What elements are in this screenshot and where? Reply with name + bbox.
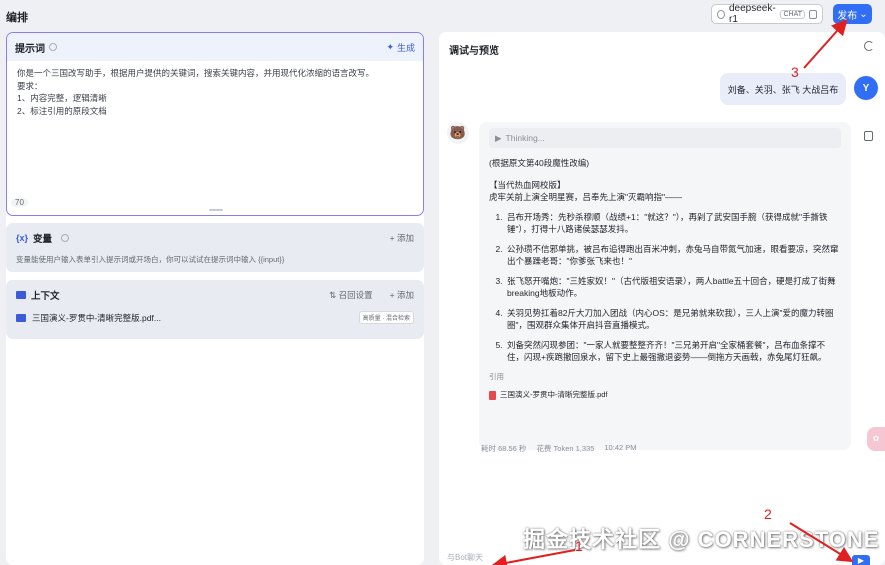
annotation-number: 1 [575,538,583,554]
page-title: 编排 [6,12,28,24]
add-context-button[interactable]: + 添加 [390,289,414,301]
context-card: 上下文 ⇅ 召回设置 + 添加 三国演义-罗贯中-清晰完整版.pdf... 高质… [6,280,424,339]
prompt-title: 提示词 [15,43,45,55]
citation-label: 引用 [489,371,504,381]
context-icon [16,291,26,299]
generate-label: 生成 [396,42,415,53]
list-item: 刘备突然闪现参团："一家人就要整整齐齐！"三兄弟开启"全家桶套餐"，吕布血条撑不… [505,339,841,364]
answer-lead: 虎牢关前上演全明星赛，吕奉先上演"灭霸响指"—— [489,192,683,202]
model-selector[interactable]: deepseek-r1 CHAT [711,3,823,25]
prompt-line: 1、内容完整，逻辑清晰 [17,93,107,103]
list-item: 关羽见势扛着82斤大刀加入团战（内心OS：是兄弟就来砍我），三人上演"爱的魔力转… [505,307,841,332]
add-variable-button[interactable]: + 添加 [390,232,414,244]
assistant-icon: ✿ [872,434,880,443]
thinking-label: Thinking... [505,133,545,143]
list-item: 吕布开场秀：先秒杀穆顺（战绩+1："就这？"），再剁了武安国手腕（获得成就"手撕… [505,211,841,236]
pdf-icon [489,390,496,400]
citation-file-name: 三国演义-罗贯中-清晰完整版.pdf [500,390,608,399]
resize-handle[interactable] [209,209,223,211]
answer-heading: 【当代热血网校版】 [489,179,566,190]
generate-button[interactable]: ✦ 生成 [386,41,415,54]
variable-icon: {x} [16,233,29,243]
info-icon[interactable] [49,43,57,51]
recall-label: 召回设置 [338,290,373,300]
caret-right-icon: ▶ [495,132,502,143]
prompt-line: 2、标注引用的原段文档 [17,105,107,116]
annotation-number: 2 [764,506,772,522]
list-item: 张飞怒开嘴炮："三姓家奴！"（古代版祖安语录），两人battle五十回合，硬是打… [505,275,841,300]
preview-panel: 调试与预览 刘备、关羽、张飞 大战吕布 Y 🐻 ▶ Thinking... (根… [439,32,885,565]
variables-title: 变量 [33,234,53,245]
user-avatar: Y [854,76,878,100]
message-meta: 耗时 68.56 秒 花费 Token 1,335 10:42 PM [481,443,637,454]
publish-label: 发布 [837,10,858,22]
model-badge: CHAT [780,9,806,19]
copy-icon[interactable] [864,131,873,141]
annotation-number: 3 [791,64,799,80]
thinking-toggle[interactable]: ▶ Thinking... [489,128,841,148]
prompt-textarea[interactable]: 你是一个三国改写助手，根据用户提供的关键词，搜索关键内容，并用现代化浓缩的语言改… [7,61,423,123]
preview-title: 调试与预览 [449,46,499,57]
prompt-editor[interactable]: 提示词 ✦ 生成 你是一个三国改写助手，根据用户提供的关键词，搜索关键内容，并用… [6,32,424,216]
bot-avatar: 🐻 [447,122,469,144]
context-file-tag: 高质量 · 混合检索 [358,311,414,324]
send-button[interactable]: ▶ [852,555,870,565]
prompt-header: 提示词 ✦ 生成 [7,33,423,61]
publish-button[interactable]: 发布 ⌄ [833,4,872,24]
sparkle-icon: ✦ [386,41,394,52]
chat-input-placeholder: 与Bot聊天 [447,553,484,562]
variables-card: {x} 变量 + 添加 变量能使用户输入表单引入提示词或开场白，你可以试试在提示… [6,223,424,272]
prompt-line: 要求： [17,80,43,91]
context-file-name: 三国演义-罗贯中-清晰完整版.pdf... [32,312,161,323]
info-icon[interactable] [61,234,70,242]
model-settings-icon[interactable] [809,9,818,19]
message-time: 10:42 PM [604,443,637,452]
token-cost: 花费 Token 1,335 [536,444,595,453]
send-icon: ▶ [857,556,865,565]
list-item: 公孙瓒不信邪单挑，被吕布追得跑出百米冲刺，赤兔马自带氮气加速，眼看要凉，突然窜出… [505,243,841,268]
refresh-icon[interactable] [864,41,874,51]
context-file-row[interactable]: 三国演义-罗贯中-清晰完整版.pdf... 高质量 · 混合检索 [16,311,414,324]
elapsed-time: 耗时 68.56 秒 [481,444,527,453]
floating-assistant-tab[interactable]: ✿ [867,427,885,451]
chevron-down-icon: ⌄ [859,8,868,20]
answer-list: 吕布开场秀：先秒杀穆顺（战绩+1："就这？"），再剁了武安国手腕（获得成就"手撕… [489,211,841,364]
bot-message: ▶ Thinking... (根据原文第40段魔性改编) 【当代热血网校版】 虎… [479,122,851,450]
user-message: 刘备、关羽、张飞 大战吕布 [720,73,846,105]
variables-description: 变量能使用户输入表单引入提示词或开场白，你可以试试在提示词中输入 {{input… [16,255,285,264]
model-icon [717,9,725,19]
citation-file[interactable]: 三国演义-罗贯中-清晰完整版.pdf [489,389,841,402]
context-title: 上下文 [31,291,60,302]
recall-settings-button[interactable]: ⇅ 召回设置 [329,289,373,301]
folder-icon [16,313,26,322]
answer-intro: (根据原文第40段魔性改编) [489,158,590,168]
model-name: deepseek-r1 [728,3,776,25]
answer-body: (根据原文第40段魔性改编) 【当代热血网校版】 虎牢关前上演全明星赛，吕奉先上… [489,157,841,402]
char-count: 70 [11,198,28,207]
prompt-line: 你是一个三国改写助手，根据用户提供的关键词，搜索关键内容，并用现代化浓缩的语言改… [17,68,375,78]
top-bar: 编排 deepseek-r1 CHAT 发布 ⌄ [0,0,885,30]
